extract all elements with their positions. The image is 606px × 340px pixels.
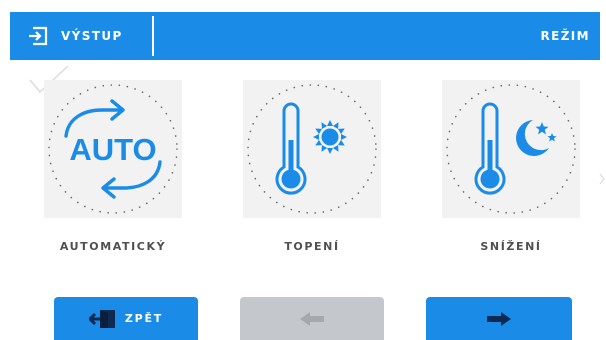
arrow-right-icon — [487, 311, 511, 326]
back-label: ZPĚT — [124, 312, 164, 325]
chevron-right-icon — [599, 173, 605, 185]
previous-button[interactable] — [240, 297, 384, 340]
auto-icon-text: AUTO — [69, 132, 156, 167]
back-button[interactable]: ZPĚT — [54, 297, 198, 340]
thermometer-moon-icon — [446, 84, 576, 214]
exit-button[interactable]: VÝSTUP — [10, 12, 154, 60]
auto-cycle-icon: AUTO — [48, 84, 178, 214]
mode-tile-reduced[interactable] — [442, 80, 580, 218]
mode-tile-auto[interactable]: AUTO — [44, 80, 182, 218]
mode-label-auto: AUTOMATICKÝ — [59, 240, 167, 253]
mode-label: REŽIM — [540, 29, 590, 43]
next-button[interactable] — [426, 297, 572, 340]
mode-label-reduced: SNÍŽENÍ — [480, 240, 542, 253]
header-bar: VÝSTUP REŽIM — [10, 12, 600, 60]
exit-door-icon — [88, 309, 115, 328]
arrow-left-icon — [300, 311, 324, 326]
exit-label: VÝSTUP — [61, 29, 123, 43]
thermometer-sun-icon — [247, 84, 377, 214]
header-divider — [152, 16, 154, 56]
mode-label-heating: TOPENÍ — [284, 240, 340, 253]
exit-icon — [29, 26, 48, 46]
mode-tile-heating[interactable] — [243, 80, 381, 218]
